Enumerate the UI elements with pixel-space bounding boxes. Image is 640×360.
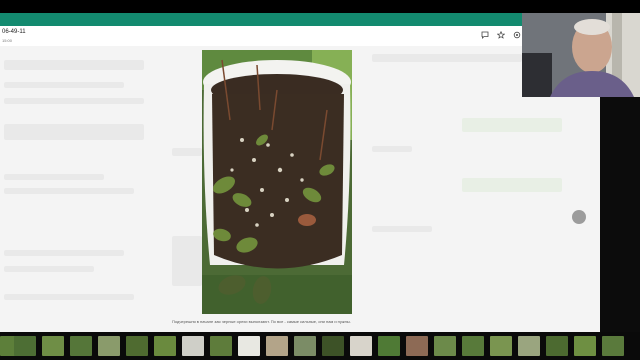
thumbnail-strip [0,332,640,360]
thumbnail[interactable] [602,336,624,356]
faded-row [4,250,124,256]
thumbnail[interactable] [98,336,120,356]
star-icon[interactable] [497,31,505,39]
webcam-person-image [522,13,640,97]
faded-row [372,146,412,152]
photo-subtitle: 15:00 [2,38,13,43]
thumbnail[interactable] [266,336,288,356]
faded-row [4,266,94,272]
viewer-header: 06-49-11 15:00 [0,26,600,46]
webcam-overlay [522,13,640,97]
thumbnail[interactable] [126,336,148,356]
thumbnail[interactable] [462,336,484,356]
faded-green-row [462,118,562,132]
thumbnail[interactable] [378,336,400,356]
faded-row [372,54,522,62]
thumbnail[interactable] [70,336,92,356]
thumbnail[interactable] [238,336,260,356]
faded-row [4,98,144,104]
thumbnail[interactable] [210,336,232,356]
photo-caption: Подчерешня в начале зая черные орехи вып… [172,319,351,324]
thumbnail[interactable] [14,336,36,356]
faded-row [4,60,144,70]
faded-row [4,82,124,88]
app-top-bar [0,13,522,26]
photo-viewer-page: 06-49-11 15:00 Подчерешня в начале зая ч… [0,26,600,332]
faded-row [4,174,104,180]
comment-icon[interactable] [481,31,489,39]
faded-row [372,226,432,232]
faded-row [4,124,144,140]
thumbnail[interactable] [42,336,64,356]
faded-row [172,148,202,156]
settings-icon[interactable] [513,31,521,39]
thumbnail[interactable] [182,336,204,356]
thumbnail[interactable] [574,336,596,356]
thumbnail[interactable] [294,336,316,356]
thumbnail[interactable] [546,336,568,356]
thumbnail[interactable] [434,336,456,356]
thumbnail[interactable] [490,336,512,356]
photo-title: 06-49-11 [2,29,26,35]
thumbnail[interactable] [322,336,344,356]
thumbnail[interactable] [518,336,540,356]
scroll-button[interactable] [572,210,586,224]
plant-pot-image [202,50,352,314]
faded-row [4,294,134,300]
main-photo [202,50,352,314]
thumbnail[interactable] [406,336,428,356]
faded-green-row [462,178,562,192]
faded-row [4,188,134,194]
top-black-strip [0,0,640,13]
thumbnail[interactable] [154,336,176,356]
faded-row [172,236,202,286]
thumbnail[interactable] [350,336,372,356]
